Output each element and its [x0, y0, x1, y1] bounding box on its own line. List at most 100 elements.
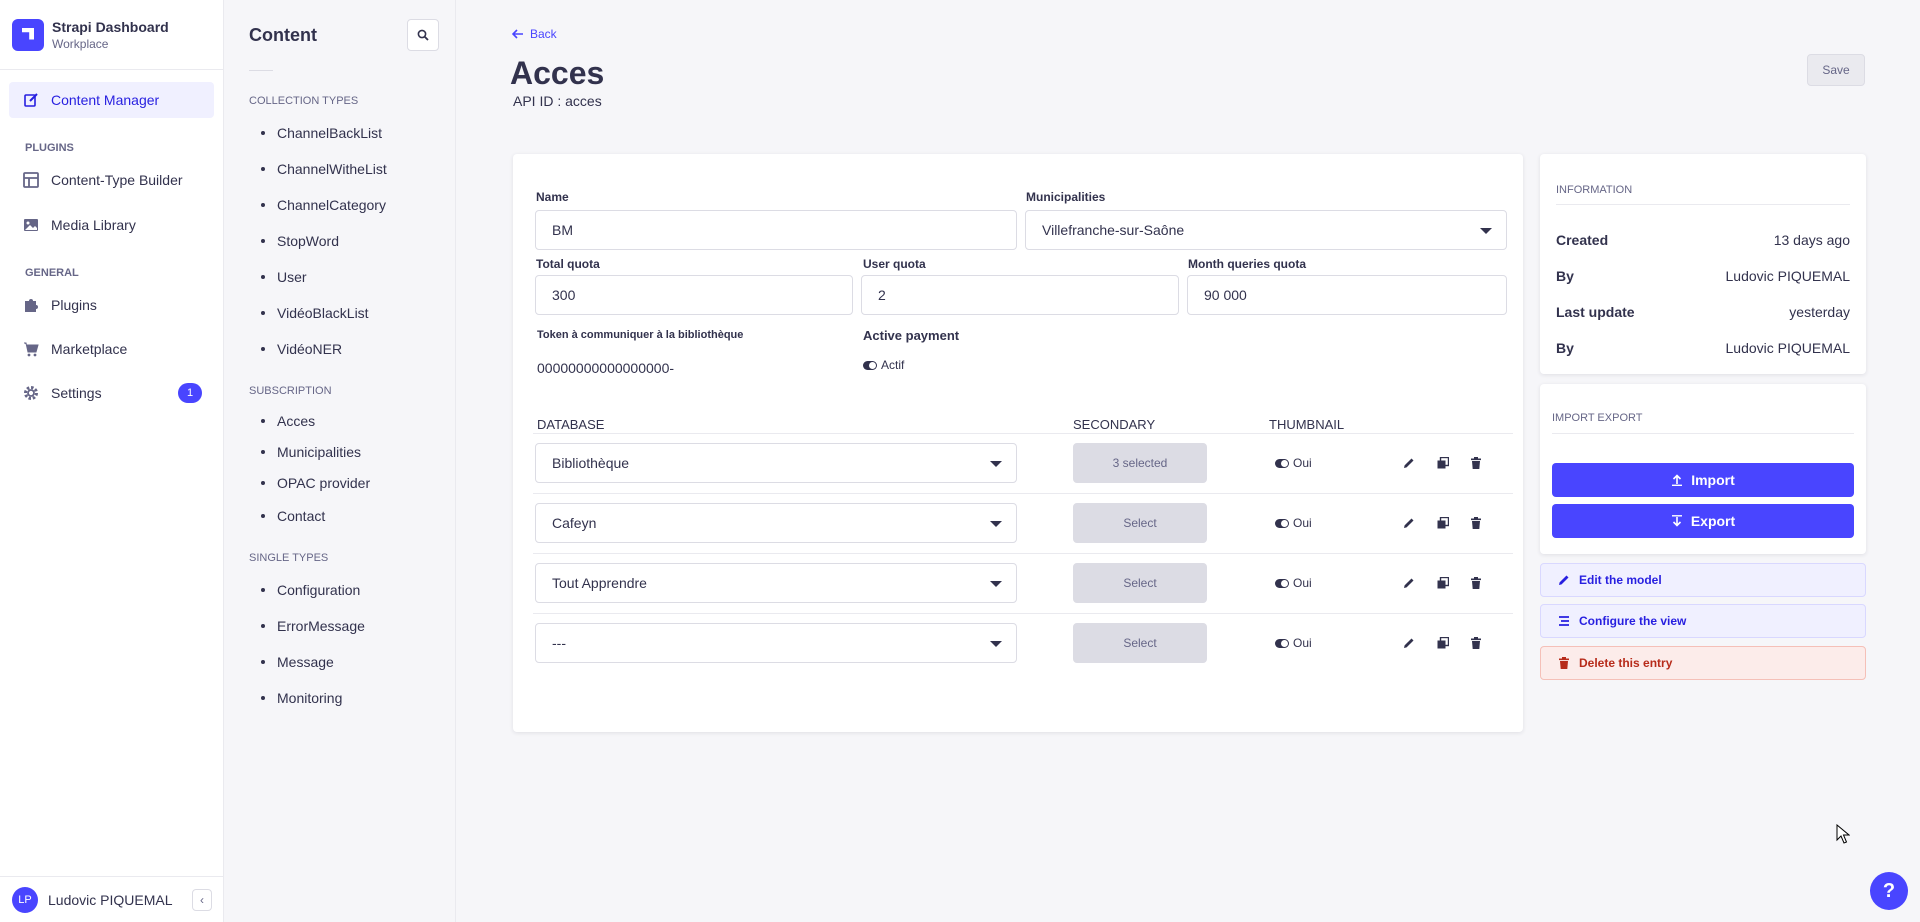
secondary-select-button[interactable]: 3 selected — [1073, 443, 1207, 483]
nav-content-manager[interactable]: Content Manager — [9, 82, 214, 118]
subnav-item[interactable]: ErrorMessage — [224, 608, 455, 644]
month-quota-input[interactable]: 90 000 — [1187, 275, 1507, 315]
download-icon — [1671, 515, 1682, 527]
secondary-select-button[interactable]: Select — [1073, 623, 1207, 663]
edit-model-link[interactable]: Edit the model — [1540, 563, 1866, 597]
gear-icon — [23, 385, 39, 401]
delete-row-button[interactable] — [1469, 456, 1483, 470]
database-select[interactable]: --- — [535, 623, 1017, 663]
active-payment-toggle[interactable]: Actif — [863, 358, 904, 372]
delete-row-button[interactable] — [1469, 636, 1483, 650]
search-button[interactable] — [407, 19, 439, 51]
subnav-item-label: StopWord — [277, 233, 339, 249]
cart-icon — [23, 341, 39, 357]
edit-row-button[interactable] — [1402, 576, 1416, 590]
subnav-item[interactable]: User — [224, 259, 455, 295]
thumbnail-toggle[interactable]: Oui — [1275, 636, 1312, 650]
user-quota-input[interactable]: 2 — [861, 275, 1179, 315]
nav-label: Plugins — [51, 297, 97, 313]
help-button[interactable]: ? — [1870, 872, 1908, 910]
secondary-select-button[interactable]: Select — [1073, 563, 1207, 603]
subnav-item[interactable]: ChannelWitheList — [224, 151, 455, 187]
database-select[interactable]: Tout Apprendre — [535, 563, 1017, 603]
configure-view-link[interactable]: Configure the view — [1540, 604, 1866, 638]
subnav-item[interactable]: ChannelCategory — [224, 187, 455, 223]
subnav-item[interactable]: Configuration — [224, 572, 455, 608]
thumbnail-toggle[interactable]: Oui — [1275, 456, 1312, 470]
delete-entry-button[interactable]: Delete this entry — [1540, 646, 1866, 680]
thumbnail-toggle[interactable]: Oui — [1275, 516, 1312, 530]
nav-plugins[interactable]: Plugins — [9, 287, 214, 323]
edit-row-button[interactable] — [1402, 516, 1416, 530]
token-value: 00000000000000000- — [537, 360, 675, 376]
subnav-item[interactable]: Contact — [224, 498, 455, 534]
nav-settings[interactable]: Settings 1 — [9, 375, 214, 411]
edit-model-label: Edit the model — [1579, 573, 1662, 587]
row-divider — [533, 553, 1513, 554]
subnav-item[interactable]: ChannelBackList — [224, 115, 455, 151]
duplicate-row-button[interactable] — [1436, 516, 1450, 530]
subnav-item-label: ErrorMessage — [277, 618, 365, 634]
delete-row-button[interactable] — [1469, 516, 1483, 530]
info-key: Created — [1556, 232, 1609, 248]
brand-header[interactable]: Strapi Dashboard Workplace — [0, 0, 223, 70]
secondary-select-button[interactable]: Select — [1073, 503, 1207, 543]
trash-icon — [1471, 517, 1481, 529]
subnav-item-acces[interactable]: Acces — [224, 405, 455, 436]
pencil-icon — [1404, 638, 1414, 648]
caret-down-icon — [1480, 228, 1492, 234]
subnav-item[interactable]: OPAC provider — [224, 467, 455, 498]
trash-icon — [1557, 657, 1571, 669]
subnav-item[interactable]: Monitoring — [224, 680, 455, 716]
database-select[interactable]: Bibliothèque — [535, 443, 1017, 483]
database-value: Tout Apprendre — [552, 575, 647, 591]
subnav-item-label: Monitoring — [277, 690, 343, 706]
subnav-item[interactable]: VidéoBlackList — [224, 295, 455, 331]
thumbnail-toggle[interactable]: Oui — [1275, 576, 1312, 590]
duplicate-row-button[interactable] — [1436, 576, 1450, 590]
subnav-item-label: VidéoNER — [277, 341, 343, 357]
trash-icon — [1471, 577, 1481, 589]
nav-media-library[interactable]: Media Library — [9, 207, 214, 243]
list-icon — [1557, 615, 1571, 627]
content-subnav: Content COLLECTION TYPES ChannelBackList… — [224, 0, 456, 922]
nav-label: Media Library — [51, 217, 136, 233]
avatar[interactable]: LP — [12, 886, 38, 913]
user-footer: LP Ludovic PIQUEMAL ‹ — [0, 876, 224, 922]
subnav-item[interactable]: Message — [224, 644, 455, 680]
save-button[interactable]: Save — [1807, 54, 1865, 86]
api-id: API ID : acces — [513, 93, 602, 109]
nav-marketplace[interactable]: Marketplace — [9, 331, 214, 367]
duplicate-row-button[interactable] — [1436, 456, 1450, 470]
database-select[interactable]: Cafeyn — [535, 503, 1017, 543]
nav-content-type-builder[interactable]: Content-Type Builder — [9, 162, 214, 198]
delete-row-button[interactable] — [1469, 576, 1483, 590]
subnav-item[interactable]: StopWord — [224, 223, 455, 259]
municipalities-select[interactable]: Villefranche-sur-Saône — [1025, 210, 1507, 250]
name-label: Name — [536, 190, 569, 204]
upload-icon — [1672, 474, 1683, 486]
pencil-icon — [1404, 578, 1414, 588]
info-key: By — [1556, 268, 1574, 284]
back-link[interactable]: Back — [512, 27, 557, 41]
user-name[interactable]: Ludovic PIQUEMAL — [48, 892, 192, 908]
total-quota-input[interactable]: 300 — [535, 275, 853, 315]
brand-subtitle: Workplace — [52, 36, 109, 51]
import-button[interactable]: Import — [1552, 463, 1854, 497]
name-input[interactable]: BM — [535, 210, 1017, 250]
table-divider — [533, 433, 1513, 434]
back-label: Back — [530, 27, 557, 41]
edit-row-button[interactable] — [1402, 636, 1416, 650]
active-payment-value: Actif — [881, 358, 905, 372]
active-payment-label: Active payment — [863, 328, 960, 343]
duplicate-row-button[interactable] — [1436, 636, 1450, 650]
edit-row-button[interactable] — [1402, 456, 1416, 470]
toggle-on-icon — [863, 361, 877, 371]
subnav-item[interactable]: Municipalities — [224, 436, 455, 467]
information-heading: INFORMATION — [1556, 184, 1633, 196]
collapse-nav-button[interactable]: ‹ — [192, 888, 212, 911]
nav-label: Content-Type Builder — [51, 172, 183, 188]
pencil-icon — [23, 92, 39, 108]
subnav-item[interactable]: VidéoNER — [224, 331, 455, 367]
export-button[interactable]: Export — [1552, 504, 1854, 538]
